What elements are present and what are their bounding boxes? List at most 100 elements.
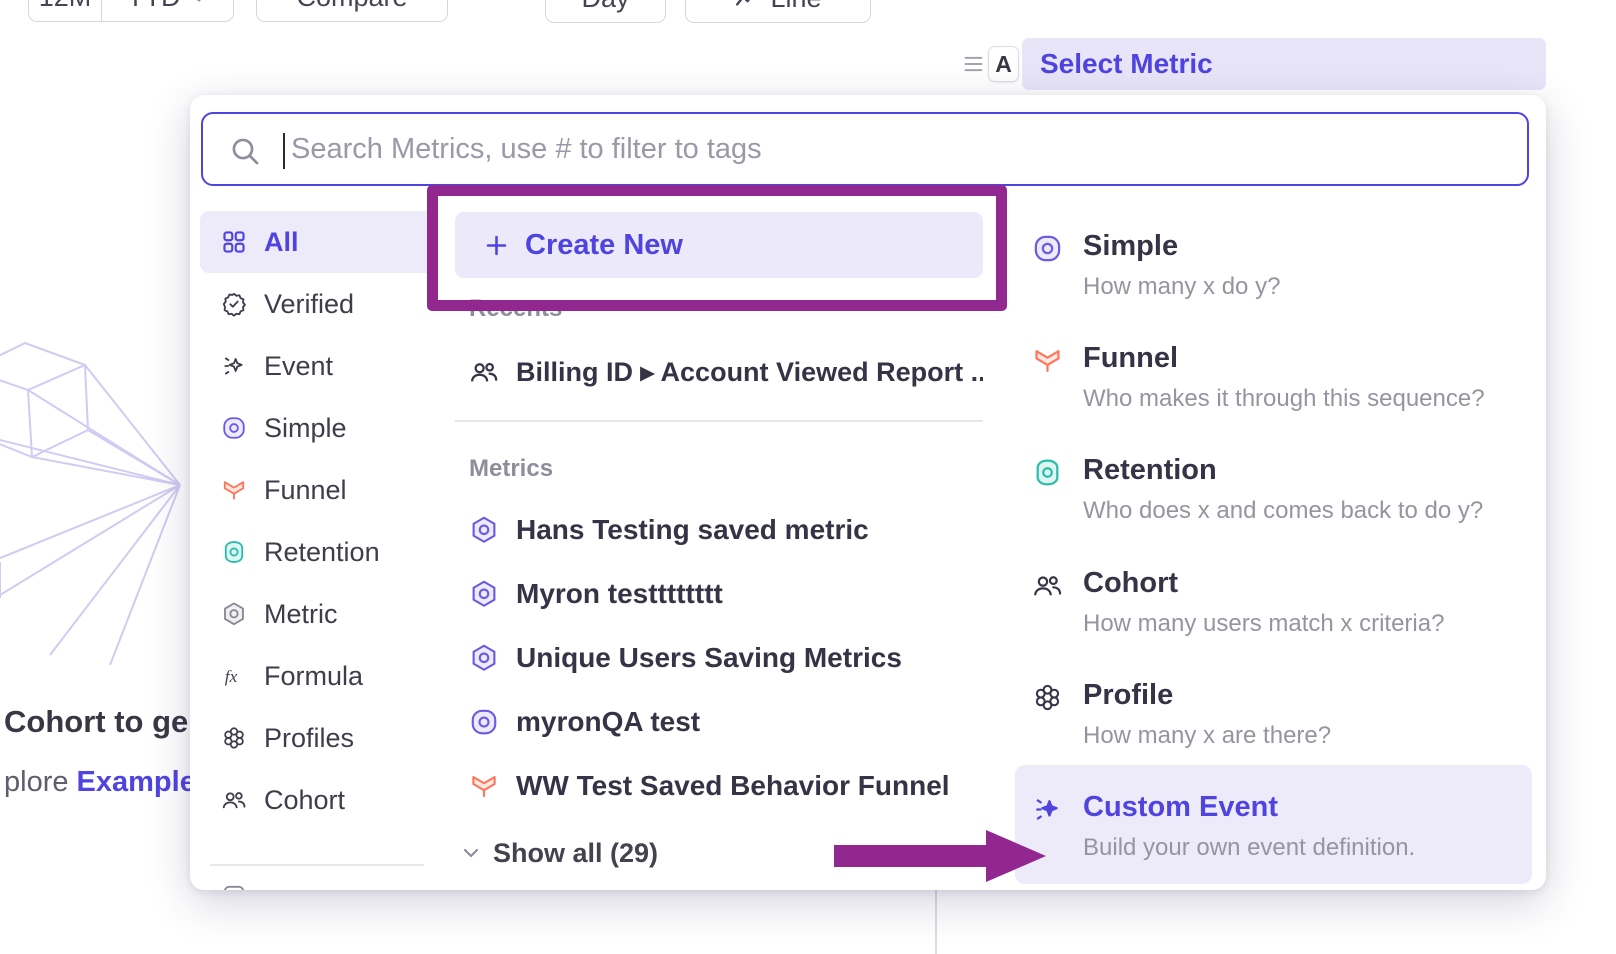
sidebar-item-retention[interactable]: Retention (200, 521, 434, 583)
select-metric-modal: All Verified Event Simple (190, 95, 1546, 890)
range-ytd-button[interactable]: YTD (101, 0, 233, 21)
saved-metric-item[interactable]: WW Test Saved Behavior Funnel (455, 758, 983, 814)
range-12m-label: 12M (39, 0, 92, 13)
plus-icon (483, 232, 510, 259)
type-desc: How many x do y? (1083, 273, 1528, 301)
type-retention[interactable]: Retention Who does x and comes back to d… (1015, 454, 1532, 546)
saved-metric-item[interactable]: Myron testttttttt (455, 566, 983, 622)
type-title: Simple (1083, 230, 1178, 263)
saved-metric-item[interactable]: Hans Testing saved metric (455, 502, 983, 558)
simple-metric-icon (221, 415, 247, 441)
series-a-badge[interactable]: A (988, 46, 1019, 82)
funnel-metric-icon (1032, 345, 1063, 376)
sidebar-label: Verified (264, 289, 354, 320)
show-all-button[interactable]: Show all (29) (459, 835, 658, 871)
recent-item[interactable]: Billing ID ▸ Account Viewed Report ... (455, 344, 983, 400)
saved-metric-item[interactable]: myronQA test (455, 694, 983, 750)
sidebar-label: Formula (264, 661, 363, 692)
event-spark-icon (221, 353, 247, 379)
compare-button[interactable]: Compare (256, 0, 448, 22)
metric-search-input[interactable] (203, 114, 1527, 184)
sidebar-item-simple[interactable]: Simple (200, 397, 434, 459)
type-title: Profile (1083, 679, 1173, 712)
svg-text:fx: fx (225, 667, 238, 686)
sidebar-item-all[interactable]: All (200, 211, 434, 273)
saved-metric-label: Hans Testing saved metric (516, 514, 869, 546)
simple-metric-icon (469, 707, 499, 737)
sidebar-item-funnel[interactable]: Funnel (200, 459, 434, 521)
compare-label: Compare (296, 0, 407, 13)
type-title: Custom Event (1083, 791, 1278, 824)
funnel-metric-icon (469, 771, 499, 801)
date-range-segmented-control: 12M YTD (28, 0, 234, 22)
sidebar-item-cohort[interactable]: Cohort (200, 769, 434, 831)
sidebar-item-formula[interactable]: fx Formula (200, 645, 434, 707)
select-metric-label: Select Metric (1040, 48, 1213, 80)
background-heading: Cohort to ge (4, 704, 188, 740)
type-desc: Who makes it through this sequence? (1083, 385, 1528, 413)
line-chart-type-button[interactable]: Line (685, 0, 871, 23)
explore-text: plore (4, 766, 77, 798)
simple-metric-icon (1032, 233, 1063, 264)
sidebar-label: Metric (264, 599, 338, 630)
cohort-people-icon (221, 787, 247, 813)
type-desc: Build your own event definition. (1083, 834, 1528, 862)
metric-hexagon-icon (221, 601, 247, 627)
range-12m-button[interactable]: 12M (29, 0, 101, 21)
chevron-down-icon (189, 0, 209, 8)
sidebar-item-metric[interactable]: Metric (200, 583, 434, 645)
type-title: Retention (1083, 454, 1217, 487)
type-funnel[interactable]: Funnel Who makes it through this sequenc… (1015, 342, 1532, 434)
sidebar-label: Cohort (264, 785, 345, 816)
category-sidebar: All Verified Event Simple (200, 211, 434, 890)
verified-badge-icon (221, 291, 247, 317)
grid-icon (221, 229, 247, 255)
sidebar-item-profiles[interactable]: Profiles (200, 707, 434, 769)
drag-handle-icon[interactable] (963, 54, 984, 74)
sidebar-item-verified[interactable]: Verified (200, 273, 434, 335)
sidebar-label: All (264, 227, 299, 258)
saved-metric-label: Unique Users Saving Metrics (516, 642, 902, 674)
profiles-flower-icon (1032, 682, 1063, 713)
line-chart-icon (734, 0, 760, 12)
background-subtext: plore Example (4, 766, 196, 799)
funnel-metric-icon (221, 477, 247, 503)
type-title: Cohort (1083, 567, 1178, 600)
type-desc: How many x are there? (1083, 722, 1528, 750)
type-custom-event[interactable]: Custom Event Build your own event defini… (1015, 791, 1532, 883)
recents-header: Recents (469, 295, 562, 323)
cohort-people-icon (1032, 570, 1063, 601)
type-desc: Who does x and comes back to do y? (1083, 497, 1528, 525)
panel-divider (935, 890, 937, 954)
sidebar-label: Event (264, 351, 333, 382)
saved-metric-label: WW Test Saved Behavior Funnel (516, 770, 950, 802)
decorative-wireframe-illustration (0, 335, 200, 665)
select-metric-field[interactable]: Select Metric (1022, 38, 1546, 90)
metric-hexagon-purple-icon (469, 643, 499, 673)
sidebar-partial-item-icon (221, 882, 247, 891)
type-desc: How many users match x criteria? (1083, 610, 1528, 638)
sidebar-label: Simple (264, 413, 347, 444)
saved-metric-item[interactable]: Unique Users Saving Metrics (455, 630, 983, 686)
search-icon (229, 135, 261, 167)
retention-metric-icon (221, 539, 247, 565)
example-link[interactable]: Example (77, 766, 196, 798)
formula-icon: fx (221, 663, 247, 689)
sidebar-label: Funnel (264, 475, 347, 506)
type-profile[interactable]: Profile How many x are there? (1015, 679, 1532, 771)
series-a-label: A (995, 51, 1012, 78)
profiles-flower-icon (221, 725, 247, 751)
metric-search-box[interactable] (201, 112, 1529, 186)
type-simple[interactable]: Simple How many x do y? (1015, 230, 1532, 322)
create-new-label: Create New (525, 229, 683, 262)
type-cohort[interactable]: Cohort How many users match x criteria? (1015, 567, 1532, 659)
range-ytd-label: YTD (127, 0, 181, 13)
saved-metric-label: Myron testttttttt (516, 578, 723, 610)
retention-metric-icon (1032, 457, 1063, 488)
day-interval-button[interactable]: Day (545, 0, 666, 23)
type-title: Funnel (1083, 342, 1178, 375)
sidebar-item-event[interactable]: Event (200, 335, 434, 397)
metrics-header: Metrics (469, 455, 553, 483)
create-new-button[interactable]: Create New (455, 212, 983, 278)
sidebar-label: Retention (264, 537, 380, 568)
